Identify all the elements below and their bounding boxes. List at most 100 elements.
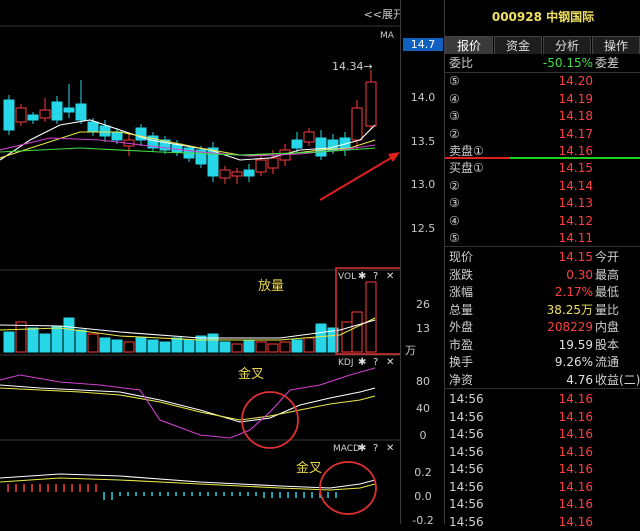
weibi-label: 委比 — [449, 56, 474, 70]
tab-funds[interactable]: 资金 — [494, 36, 542, 54]
row-value: 4.76 — [566, 372, 593, 387]
axis-label: 12.5 — [410, 222, 436, 235]
kdj-j-line — [0, 367, 376, 439]
stat-row: 总量 38.25万 量比 — [445, 302, 640, 319]
panel-tabs: 报价 资金 分析 操作 — [445, 36, 640, 54]
macd-axis-label: 0.0 — [414, 490, 432, 503]
vol-axis-label: 26 — [416, 298, 430, 311]
volume-bar — [279, 341, 291, 353]
macd-graph — [0, 473, 376, 500]
volume-bar — [231, 343, 243, 353]
ask-bar — [445, 157, 510, 159]
kdj-gear-icon[interactable]: ✱ — [358, 357, 366, 368]
row-label: 14:56 — [449, 462, 484, 476]
bid-bar — [510, 157, 640, 159]
vol-axis-label: 13 — [416, 322, 430, 335]
volume-bar — [111, 339, 123, 353]
row-value: 14.17 — [558, 126, 593, 141]
expand-button[interactable]: <<展开 — [364, 8, 400, 21]
stat-row: 涨幅 2.17% 最低 — [445, 284, 640, 301]
candle-body — [231, 171, 243, 177]
row-label: 14:56 — [449, 392, 484, 406]
volume-bar — [99, 337, 111, 353]
row-value: 14.16 — [558, 409, 593, 424]
volume-bar — [123, 341, 135, 353]
axis-label: 13.5 — [410, 135, 436, 148]
tab-analysis[interactable]: 分析 — [543, 36, 591, 54]
row-label: 总量 — [449, 302, 474, 317]
stat-row: 净资 4.76 收益(二) — [445, 372, 640, 389]
volume-bar — [27, 327, 39, 353]
vol-unit: 万 — [405, 344, 416, 357]
candle-body — [99, 125, 111, 137]
volume-bar — [183, 339, 195, 353]
candle-body — [111, 131, 123, 141]
macd-help-icon[interactable]: ? — [373, 443, 378, 454]
candle-body — [87, 121, 99, 133]
candle-body — [51, 101, 63, 121]
row-value: 14.16 — [558, 392, 593, 406]
stock-title: 000928 中钢国际 — [491, 10, 595, 24]
volume-note: 放量 — [258, 279, 284, 294]
kdj-close-icon[interactable]: ✕ — [386, 357, 394, 368]
kdj-help-icon[interactable]: ? — [373, 357, 378, 368]
volume-bar — [75, 329, 87, 353]
candle-group — [3, 70, 377, 184]
volume-bar — [87, 333, 99, 353]
row-label: 市盈 — [449, 337, 474, 352]
vol-gear-icon[interactable]: ✱ — [358, 271, 366, 282]
high-annotation: 14.34→ — [332, 60, 373, 73]
row-label: 14:56 — [449, 409, 484, 424]
candle-body — [243, 169, 255, 177]
candle-body — [3, 99, 15, 131]
row-value: 0.30 — [566, 267, 593, 282]
macd-gear-icon[interactable]: ✱ — [358, 443, 366, 454]
buy-level: ③ 14.13 — [445, 195, 640, 212]
row-label: 净资 — [449, 372, 474, 387]
tick-row: 14:56 14.16 — [445, 444, 640, 461]
kdj-lines — [0, 367, 376, 439]
row-value: 19.59 — [558, 337, 593, 352]
candle-body — [219, 169, 231, 179]
kdj-axis-label: 0 — [419, 429, 427, 442]
volume-bar — [255, 341, 267, 353]
row-value: 14.15 — [558, 161, 593, 175]
macd-axis-label: -0.2 — [412, 514, 434, 527]
candle-body — [63, 107, 75, 113]
row-value: 14.15 — [558, 250, 593, 264]
buy-level: ② 14.14 — [445, 178, 640, 195]
volume-bar — [171, 337, 183, 353]
kdj-golden-cross-label: 金叉 — [238, 366, 264, 382]
tick-row: 14:56 14.16 — [445, 514, 640, 531]
weibi-row: 委比 -50.15% 委差 — [445, 55, 640, 72]
row-value: 9.26% — [554, 355, 593, 369]
quote-panel: 000928 中钢国际 报价 资金 分析 操作 委比 -50.15% 委差 ⑤ 1… — [444, 0, 640, 529]
row-label: ⑤ — [449, 74, 460, 88]
kdj-axis-label: 80 — [416, 375, 430, 388]
row-value: 14.14 — [558, 178, 593, 193]
candle-body — [75, 103, 87, 121]
volume-bar — [267, 343, 279, 353]
volume-bar — [159, 341, 171, 353]
row-label: 14:56 — [449, 514, 484, 529]
stat-row: 市盈 19.59 股本 — [445, 337, 640, 354]
stat-row: 涨跌 0.30 最高 — [445, 267, 640, 284]
volume-bar — [365, 281, 377, 353]
vol-help-icon[interactable]: ? — [373, 271, 378, 282]
trend-arrow-head — [388, 152, 400, 162]
macd-golden-cross-label: 金叉 — [296, 460, 322, 476]
tab-quote[interactable]: 报价 — [445, 36, 493, 54]
candle-body — [255, 159, 267, 173]
tick-row: 14:56 14.16 — [445, 461, 640, 478]
kline-chart[interactable]: <<展开 MA 14.34→ 放量 VOL ✱ ? ✕ KDJ ✱ ? ✕ 金叉… — [0, 0, 400, 524]
weibi-value: -50.15% — [542, 56, 593, 70]
tab-operate[interactable]: 操作 — [592, 36, 640, 54]
vol-close-icon[interactable]: ✕ — [386, 271, 394, 282]
volume-bar — [15, 321, 27, 353]
candle-body — [303, 131, 315, 143]
row-value: 14.13 — [558, 196, 593, 210]
price-axis: 14.7 14.0 13.5 13.0 12.5 26 13 万 80 40 0… — [400, 0, 445, 527]
tick-row: 14:56 14.16 — [445, 391, 640, 408]
macd-close-icon[interactable]: ✕ — [386, 443, 394, 454]
row-value: 14.16 — [558, 497, 593, 511]
